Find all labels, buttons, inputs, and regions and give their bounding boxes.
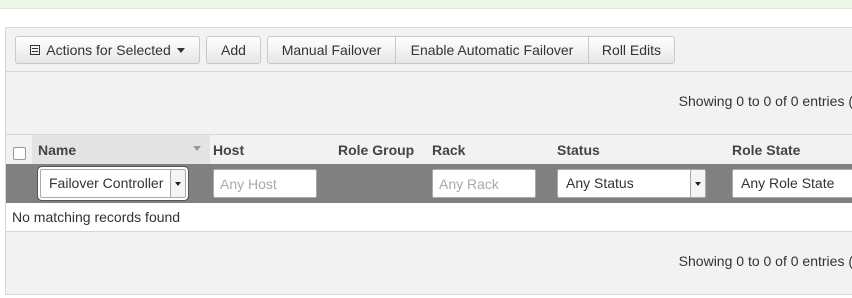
empty-message: No matching records found (12, 209, 181, 225)
entries-info-bottom: Showing 0 to 0 of 0 entries ( (678, 253, 852, 269)
role-state-filter-select[interactable]: Any Role State (732, 169, 852, 198)
name-filter-select[interactable]: Failover Controller (40, 169, 186, 198)
sort-desc-icon[interactable] (193, 146, 201, 151)
status-filter-value: Any Status (566, 175, 634, 191)
actions-for-selected-label: Actions for Selected (46, 42, 171, 58)
host-filter-input[interactable] (213, 169, 317, 198)
roles-panel: Actions for Selected Add Manual Failover… (5, 27, 852, 295)
column-header-name[interactable]: Name (38, 135, 76, 165)
name-filter-value: Failover Controller (49, 175, 164, 191)
table-info-top: Showing 0 to 0 of 0 entries ( (6, 72, 852, 134)
rack-filter-input[interactable] (432, 169, 536, 198)
dropdown-arrow-icon (690, 170, 705, 197)
roll-edits-button[interactable]: Roll Edits (588, 36, 675, 64)
column-header-status[interactable]: Status (557, 135, 600, 165)
toolbar: Actions for Selected Add Manual Failover… (6, 28, 852, 72)
dropdown-arrow-icon (170, 170, 185, 197)
manual-failover-button[interactable]: Manual Failover (267, 36, 396, 64)
filter-row: Failover Controller Any Status Any Role … (6, 164, 852, 203)
list-icon (30, 45, 41, 55)
role-state-filter-value: Any Role State (741, 175, 835, 191)
enable-automatic-failover-button[interactable]: Enable Automatic Failover (395, 36, 589, 64)
alert-banner (0, 0, 852, 9)
table-info-bottom: Showing 0 to 0 of 0 entries ( (6, 232, 852, 294)
table-header: Name Host Role Group Rack Status Role St… (6, 134, 852, 165)
status-filter-select[interactable]: Any Status (557, 169, 706, 198)
column-header-role-state[interactable]: Role State (732, 135, 800, 165)
column-header-host[interactable]: Host (213, 135, 244, 165)
entries-info-top: Showing 0 to 0 of 0 entries ( (678, 93, 852, 109)
column-header-role-group[interactable]: Role Group (338, 135, 414, 165)
select-all-checkbox[interactable] (13, 147, 26, 160)
column-header-rack[interactable]: Rack (432, 135, 465, 165)
table-empty-row: No matching records found (6, 203, 852, 232)
actions-for-selected-button[interactable]: Actions for Selected (15, 36, 200, 64)
add-button[interactable]: Add (206, 36, 261, 64)
caret-down-icon (176, 47, 185, 53)
